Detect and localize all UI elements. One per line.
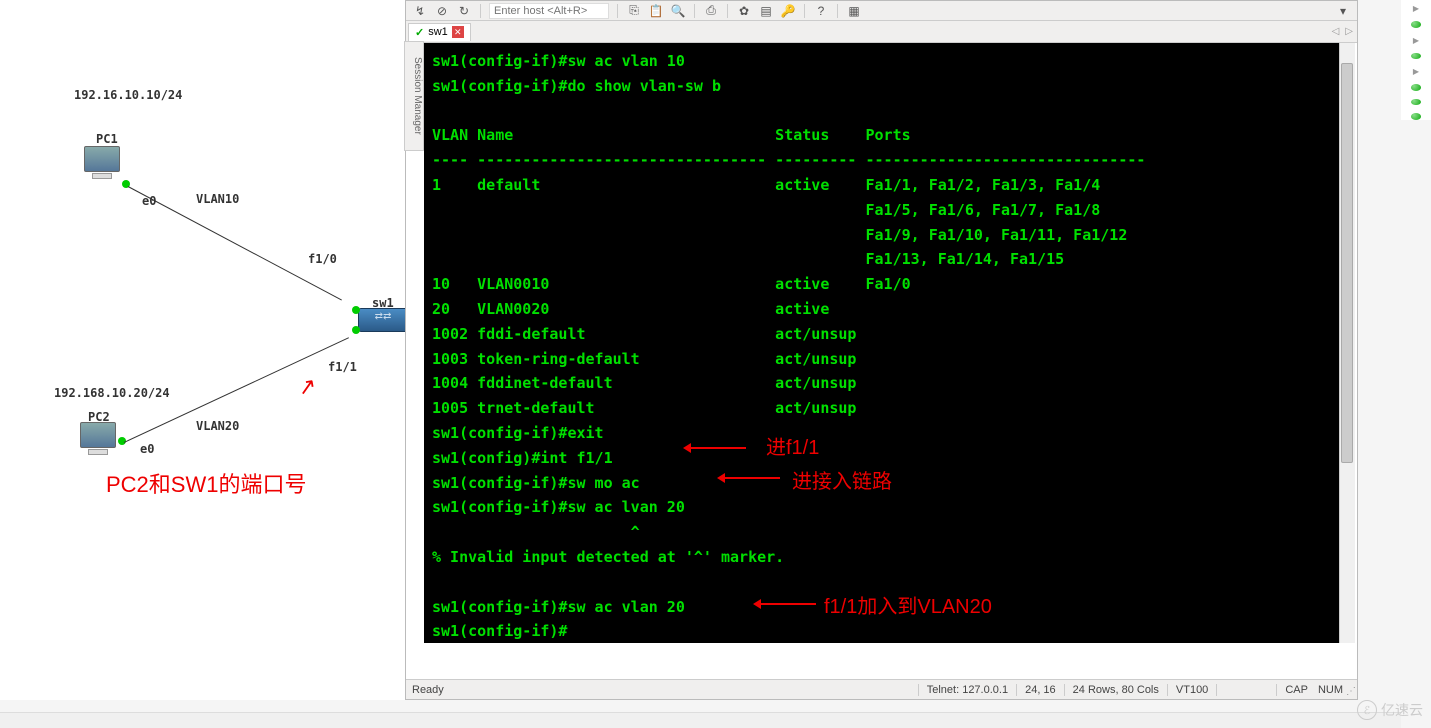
status-connection: Telnet: 127.0.0.1: [918, 684, 1016, 696]
link-dot: [352, 326, 360, 334]
annot-enter-f11: 进f1/1: [766, 431, 819, 460]
find-icon[interactable]: 🔍: [670, 3, 686, 19]
tab-next-icon[interactable]: ▷: [1343, 26, 1355, 37]
terminal-pane[interactable]: sw1(config-if)#sw ac vlan 10 sw1(config-…: [424, 43, 1355, 643]
terminal-output: sw1(config-if)#sw ac vlan 10 sw1(config-…: [424, 43, 1355, 643]
help-icon[interactable]: ?: [813, 3, 829, 19]
status-cursor: 24, 16: [1016, 684, 1064, 696]
link-dot: [352, 306, 360, 314]
nav-dot-icon[interactable]: [1411, 21, 1421, 28]
status-caps: CAP: [1276, 684, 1316, 696]
watermark: ℰ 亿速云: [1357, 700, 1423, 720]
watermark-icon: ℰ: [1357, 700, 1377, 720]
tab-prev-icon[interactable]: ◁: [1330, 26, 1342, 37]
annot-pc2-sw1-ports: PC2和SW1的端口号: [106, 467, 306, 499]
f11-label: f1/1: [328, 360, 357, 374]
collapse-icon[interactable]: ▶: [1413, 67, 1419, 76]
palette-icon[interactable]: ▦: [846, 3, 862, 19]
status-bar: Ready Telnet: 127.0.0.1 24, 16 24 Rows, …: [406, 679, 1357, 699]
session-tab-bar: ✓ sw1 ✕ ◁ ▷: [406, 21, 1357, 43]
reconnect-icon[interactable]: ↯: [412, 3, 428, 19]
tab-label: sw1: [428, 26, 448, 38]
paste-icon[interactable]: 📋: [648, 3, 664, 19]
toolbar-menu-icon[interactable]: ▾: [1335, 3, 1351, 19]
settings-icon[interactable]: ✿: [736, 3, 752, 19]
collapse-icon[interactable]: ▶: [1413, 4, 1419, 13]
refresh-icon[interactable]: ↻: [456, 3, 472, 19]
watermark-text: 亿速云: [1381, 700, 1423, 720]
nav-dot-icon[interactable]: [1411, 99, 1421, 106]
session-manager-tab[interactable]: Session Manager: [404, 41, 424, 151]
status-size: 24 Rows, 80 Cols: [1064, 684, 1167, 696]
print-icon[interactable]: ⎙: [703, 3, 719, 19]
pc2-port: e0: [140, 442, 154, 456]
vertical-scrollbar[interactable]: [1339, 43, 1355, 643]
host-input[interactable]: [489, 3, 609, 19]
disconnect-icon[interactable]: ⊘: [434, 3, 450, 19]
vlan20-label: VLAN20: [196, 419, 239, 433]
scrollbar-thumb[interactable]: [1341, 63, 1353, 463]
nav-dot-icon[interactable]: [1411, 53, 1421, 60]
red-arrow-icon: [686, 447, 746, 449]
tab-close-button[interactable]: ✕: [452, 26, 464, 38]
pc2-icon: [80, 422, 116, 455]
annot-access-link: 进接入链路: [792, 465, 892, 494]
outline-panel: ▶ ▶ ▶: [1401, 0, 1431, 120]
session-icon[interactable]: ▤: [758, 3, 774, 19]
copy-icon[interactable]: ⎘: [626, 3, 642, 19]
main-toolbar: ↯ ⊘ ↻ ⎘ 📋 🔍 ⎙ ✿ ▤ 🔑 ? ▦ ▾: [406, 1, 1357, 21]
red-arrow-icon: [720, 477, 780, 479]
f10-label: f1/0: [308, 252, 337, 266]
secure-crt-window: ↯ ⊘ ↻ ⎘ 📋 🔍 ⎙ ✿ ▤ 🔑 ? ▦ ▾ ✓ sw1 ✕ ◁ ▷: [405, 0, 1358, 700]
subnet2-label: 192.168.10.20/24: [54, 386, 170, 400]
tab-sw1[interactable]: ✓ sw1 ✕: [408, 23, 471, 41]
tab-active-check-icon: ✓: [415, 26, 424, 39]
pc1-icon: [84, 146, 120, 179]
pc1-label: PC1: [96, 132, 118, 146]
vlan10-label: VLAN10: [196, 192, 239, 206]
red-arrow-icon: [756, 603, 816, 605]
horizontal-scrollbar[interactable]: [0, 712, 1401, 728]
nav-dot-icon[interactable]: [1411, 113, 1421, 120]
status-emulation: VT100: [1167, 684, 1216, 696]
red-arrow-icon: ↗: [296, 373, 319, 402]
network-topology-panel: 192.16.10.10/24 PC1 e0 VLAN10 f1/0 sw1 ⇄…: [0, 0, 405, 700]
collapse-icon[interactable]: ▶: [1413, 36, 1419, 45]
nav-dot-icon[interactable]: [1411, 84, 1421, 91]
key-icon[interactable]: 🔑: [780, 3, 796, 19]
annot-vlan20-join: f1/1加入到VLAN20: [824, 590, 992, 619]
subnet1-label: 192.16.10.10/24: [74, 88, 182, 102]
resize-grip-icon[interactable]: ⋰: [1346, 686, 1355, 697]
switch-icon: ⇄⇄: [358, 308, 408, 332]
status-ready: Ready: [412, 684, 444, 696]
